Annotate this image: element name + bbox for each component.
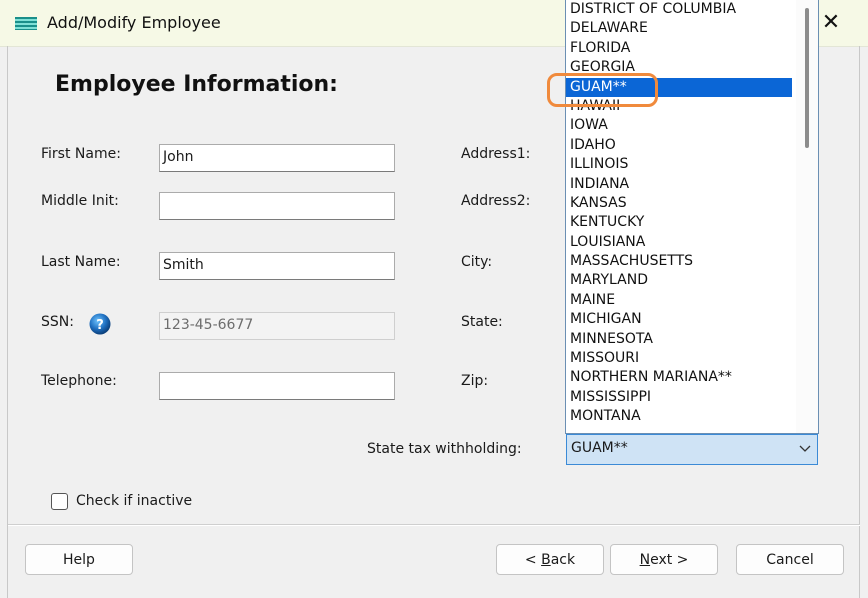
dropdown-option[interactable]: IDAHO [566, 136, 792, 155]
next-button[interactable]: Next > [610, 544, 718, 575]
window-title: Add/Modify Employee [47, 13, 221, 32]
chevron-down-icon[interactable] [799, 444, 811, 454]
dropdown-option[interactable]: DELAWARE [566, 19, 792, 38]
question-icon[interactable]: ? [89, 313, 111, 335]
dropdown-option[interactable]: DISTRICT OF COLUMBIA [566, 0, 792, 19]
close-icon[interactable]: ✕ [818, 10, 844, 36]
dropdown-option[interactable]: KENTUCKY [566, 213, 792, 232]
zip-label: Zip: [461, 373, 489, 389]
dropdown-option[interactable]: MICHIGAN [566, 310, 792, 329]
list-icon [15, 17, 37, 30]
cancel-button[interactable]: Cancel [736, 544, 844, 575]
dropdown-items: DISTRICT OF COLUMBIA DELAWARE FLORIDA GEORG… [566, 0, 818, 427]
middle-init-field[interactable] [159, 192, 395, 220]
first-name-label: First Name: [41, 146, 121, 162]
address1-label: Address1: [461, 146, 531, 162]
first-name-field[interactable]: John [159, 144, 395, 172]
address2-label: Address2: [461, 193, 531, 209]
state-tax-label: State tax withholding: [367, 441, 522, 457]
dropdown-option[interactable]: FLORIDA [566, 39, 792, 58]
back-prefix: < [524, 551, 542, 568]
dropdown-option[interactable]: MARYLAND [566, 271, 792, 290]
last-name-label: Last Name: [41, 254, 121, 270]
back-button[interactable]: < Back [496, 544, 604, 575]
state-label: State: [461, 314, 503, 330]
city-label: City: [461, 254, 493, 270]
dropdown-scrollbar[interactable] [796, 0, 818, 433]
ssn-label: SSN: [41, 314, 74, 330]
telephone-label: Telephone: [41, 373, 117, 389]
next-rest: ext > [650, 551, 689, 568]
page-title: Employee Information: [55, 72, 338, 97]
divider [8, 524, 860, 526]
ssn-field: 123-45-6677 [159, 312, 395, 340]
dropdown-option[interactable]: MISSISSIPPI [566, 388, 792, 407]
state-tax-value: GUAM** [571, 440, 628, 456]
telephone-field[interactable] [159, 372, 395, 400]
dropdown-option[interactable]: MISSOURI [566, 349, 792, 368]
dropdown-option[interactable]: INDIANA [566, 175, 792, 194]
state-dropdown-list[interactable]: DISTRICT OF COLUMBIA DELAWARE FLORIDA GEORG… [565, 0, 819, 434]
svg-text:?: ? [96, 318, 104, 333]
inactive-checkbox[interactable] [51, 493, 68, 510]
dropdown-option[interactable]: MASSACHUSETTS [566, 252, 792, 271]
dropdown-option[interactable]: NORTHERN MARIANA** [566, 368, 792, 387]
dropdown-option[interactable]: MAINE [566, 291, 792, 310]
dropdown-option[interactable]: KANSAS [566, 194, 792, 213]
dropdown-option[interactable]: MINNESOTA [566, 330, 792, 349]
dropdown-option[interactable]: IOWA [566, 116, 792, 135]
middle-init-label: Middle Init: [41, 193, 119, 209]
last-name-field[interactable]: Smith [159, 252, 395, 280]
back-rest: ack [550, 551, 576, 568]
dropdown-option[interactable]: ILLINOIS [566, 155, 792, 174]
dropdown-option[interactable]: LOUISIANA [566, 233, 792, 252]
state-tax-select[interactable]: GUAM** [566, 434, 818, 465]
scrollbar-thumb[interactable] [805, 8, 809, 148]
selection-highlight-ring [547, 73, 658, 107]
help-button[interactable]: Help [25, 544, 133, 575]
dropdown-option[interactable]: MONTANA [566, 407, 792, 426]
next-accel: N [639, 551, 651, 568]
back-accel: B [541, 551, 551, 568]
inactive-label[interactable]: Check if inactive [76, 493, 192, 509]
